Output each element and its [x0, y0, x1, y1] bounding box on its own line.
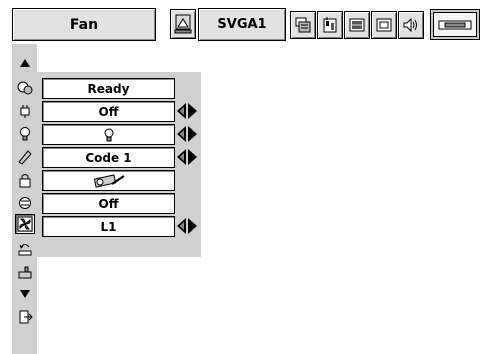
fan-icon	[17, 216, 33, 232]
sidebar-item-security[interactable]	[12, 169, 37, 191]
sidebar-item-filter-counter[interactable]	[12, 238, 37, 260]
source-display: SVGA1	[198, 8, 286, 41]
sidebar-item-language[interactable]	[12, 77, 37, 99]
sidebar-item-factory-default[interactable]	[12, 261, 37, 283]
sidebar-item-lamp[interactable]	[12, 123, 37, 145]
setting-row-remote-control[interactable]: Code 1	[42, 147, 175, 168]
sidebar-item-remote-control[interactable]	[12, 146, 37, 168]
setting-button[interactable]	[430, 9, 480, 40]
setting-value: L1	[100, 219, 117, 234]
source-label: SVGA1	[217, 17, 267, 32]
image-select-icon	[349, 18, 365, 32]
setting-row-fan[interactable]: L1	[42, 216, 175, 237]
setting-row-ceiling[interactable]	[42, 170, 175, 191]
remote-control-icon	[17, 150, 32, 165]
lamp-icon	[19, 127, 30, 141]
image-adjust-button[interactable]	[317, 11, 343, 39]
lamp-icon	[104, 128, 113, 141]
sidebar	[11, 44, 37, 354]
scroll-up-button[interactable]	[12, 52, 37, 74]
sidebar-item-fan[interactable]	[15, 214, 35, 234]
menu-title-label: Fan	[69, 16, 99, 33]
adjust-arrows[interactable]	[176, 102, 198, 120]
scroll-down-button[interactable]	[12, 283, 37, 305]
sound-button[interactable]	[398, 11, 424, 39]
ceiling-icon	[18, 197, 31, 209]
input-source-button[interactable]	[170, 9, 196, 39]
setting-icon	[438, 20, 472, 29]
menu-title: Fan	[12, 8, 156, 41]
input-source-icon	[174, 14, 192, 34]
screen-icon	[376, 18, 392, 32]
left-right-arrows-icon	[177, 126, 197, 142]
security-lock-icon	[19, 174, 30, 188]
sidebar-item-ceiling[interactable]	[12, 192, 37, 214]
setting-row-power-management[interactable]: Off	[42, 101, 175, 122]
sidebar-item-power-management[interactable]	[12, 100, 37, 122]
left-right-arrows-icon	[177, 103, 197, 119]
setting-row-lamp[interactable]	[42, 124, 175, 145]
ceiling-projector-icon	[93, 173, 125, 188]
image-select-button[interactable]	[344, 11, 370, 39]
setting-row-security[interactable]: Off	[42, 193, 175, 214]
pc-adjust-icon	[295, 17, 311, 33]
pc-adjust-button[interactable]	[290, 11, 316, 39]
image-adjust-icon	[323, 17, 337, 33]
left-right-arrows-icon	[177, 218, 197, 234]
exit-icon	[19, 310, 33, 324]
sidebar-item-exit[interactable]	[12, 306, 37, 328]
language-icon	[17, 81, 32, 95]
power-management-icon	[20, 105, 29, 118]
left-right-arrows-icon	[177, 149, 197, 165]
screen-button[interactable]	[371, 11, 397, 39]
settings-panel: Ready Off Code 1 Off L1	[36, 72, 201, 257]
adjust-arrows[interactable]	[176, 148, 198, 166]
filter-counter-icon	[18, 244, 31, 256]
scroll-down-icon	[19, 290, 30, 298]
setting-value: Off	[98, 196, 119, 211]
sound-icon	[403, 17, 417, 33]
adjust-arrows[interactable]	[176, 217, 198, 235]
scroll-up-icon	[19, 59, 30, 67]
setting-value: Code 1	[85, 150, 132, 165]
adjust-arrows[interactable]	[176, 125, 198, 143]
setting-value: Off	[98, 104, 119, 119]
setting-row-language[interactable]: Ready	[42, 78, 175, 99]
setting-value: Ready	[87, 81, 130, 96]
factory-default-icon	[18, 266, 31, 279]
